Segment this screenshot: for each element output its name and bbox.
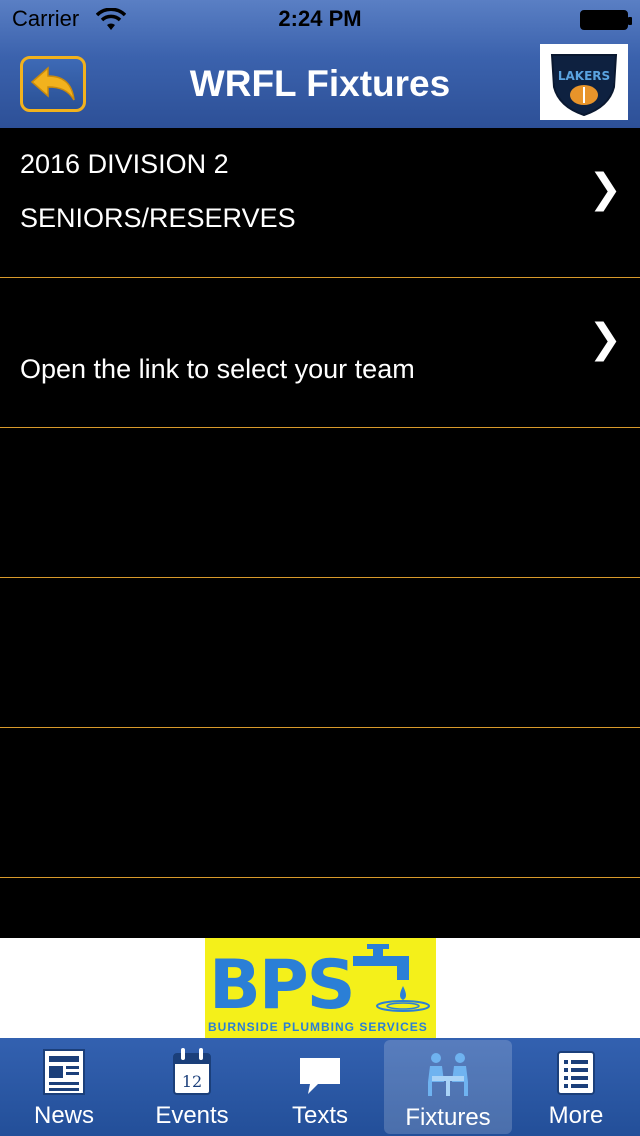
lakers-logo-icon: LAKERS [550, 54, 618, 117]
tab-label: Texts [291, 1102, 348, 1129]
back-button[interactable] [20, 56, 86, 112]
tab-label: News [33, 1102, 94, 1129]
tab-texts[interactable]: Texts [256, 1038, 384, 1136]
list-item[interactable]: Open the link to select your team ❯ [0, 278, 640, 428]
calendar-icon: 12 [173, 1048, 211, 1095]
tab-fixtures[interactable]: Fixtures [384, 1040, 512, 1134]
row-subtitle: SENIORS/RESERVES [20, 203, 296, 233]
page-title: WRFL Fixtures [189, 63, 451, 104]
list-item[interactable] [0, 728, 640, 878]
svg-text:12: 12 [182, 1072, 202, 1091]
ad-tagline: BURNSIDE PLUMBING SERVICES [208, 1020, 428, 1034]
tab-label: Fixtures [405, 1104, 491, 1131]
club-logo: LAKERS [540, 44, 628, 120]
speech-bubble-icon [300, 1058, 340, 1094]
tab-events[interactable]: 12 Events [128, 1038, 256, 1136]
chevron-right-icon: ❯ [588, 167, 622, 211]
battery-icon [580, 10, 632, 30]
tab-news[interactable]: News [0, 1038, 128, 1136]
tab-bar: News 12 Events Texts Fixtures More [0, 1038, 640, 1136]
list-icon [557, 1051, 595, 1095]
back-arrow-icon [30, 66, 75, 101]
chevron-right-icon: ❯ [588, 317, 622, 361]
row-title: 2016 DIVISION 2 [20, 149, 229, 179]
svg-text:LAKERS: LAKERS [558, 69, 610, 83]
tab-more[interactable]: More [512, 1038, 640, 1136]
top-bar: Carrier 2:24 PM WRFL Fixtures LAKERS [0, 0, 640, 128]
ad-brand: BPS [209, 946, 356, 1025]
status-bar: Carrier 2:24 PM [0, 0, 640, 40]
ad-banner[interactable]: BPS BURNSIDE PLUMBING SERVICES [0, 938, 640, 1038]
row-title: Open the link to select your team [20, 354, 415, 384]
list-item[interactable] [0, 578, 640, 728]
fixtures-list: 2016 DIVISION 2 SENIORS/RESERVES ❯ Open … [0, 128, 640, 938]
sponsor-ad[interactable]: BPS BURNSIDE PLUMBING SERVICES [205, 938, 436, 1038]
list-item[interactable] [0, 428, 640, 578]
status-time: 2:24 PM [278, 6, 362, 31]
tab-label: Events [155, 1102, 229, 1129]
tap-icon [353, 944, 430, 1012]
people-table-icon [428, 1053, 468, 1096]
list-item[interactable]: 2016 DIVISION 2 SENIORS/RESERVES ❯ [0, 128, 640, 278]
newspaper-icon [43, 1049, 85, 1095]
tab-label: More [548, 1102, 604, 1129]
